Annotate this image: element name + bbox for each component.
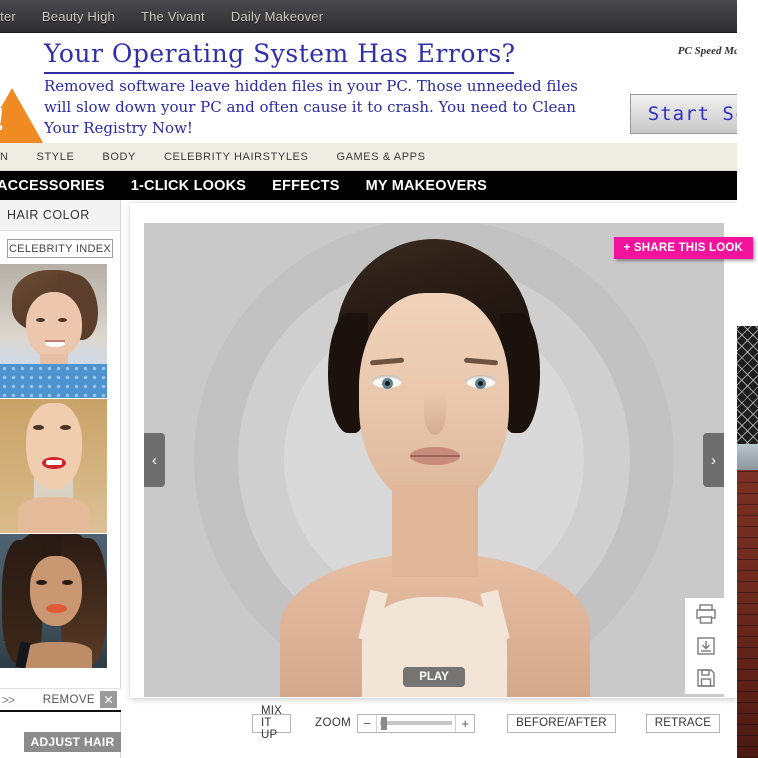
retrace-button[interactable]: RETRACE xyxy=(645,713,721,733)
stage-frame: ‹ › PLAY + SHARE THIS LOOK xyxy=(130,202,753,698)
brick-wall-pattern xyxy=(737,470,758,758)
right-ad-strip xyxy=(737,0,758,758)
warning-exclamation-icon: ! xyxy=(0,101,5,139)
remove-label[interactable]: REMOVE xyxy=(43,694,95,706)
partner-link-daily-makeover[interactable]: Daily Makeover xyxy=(218,9,336,24)
partner-link-the-vivant[interactable]: The Vivant xyxy=(128,9,218,24)
ad-body-text: Removed software leave hidden files in y… xyxy=(44,77,578,137)
zoom-slider-rail xyxy=(380,721,453,725)
makeover-stage: ‹ › PLAY + SHARE THIS LOOK MIX IT UP ZOO… xyxy=(122,200,758,758)
ad-headline: Your Operating System Has Errors? xyxy=(44,39,516,68)
nav-item-celebrity-hairstyles[interactable]: CELEBRITY HAIRSTYLES xyxy=(150,151,322,163)
zoom-slider-handle[interactable] xyxy=(381,716,388,730)
nav-item-games-apps[interactable]: GAMES & APPS xyxy=(322,151,439,163)
celebrity-thumb-1[interactable] xyxy=(0,264,107,398)
partner-links: aster Beauty High The Vivant Daily Makeo… xyxy=(0,9,753,24)
nav-item-effects[interactable]: EFFECTS xyxy=(259,178,352,194)
model-photo[interactable] xyxy=(258,223,610,697)
model-neck xyxy=(392,485,478,577)
ad-divider xyxy=(44,72,514,74)
chain-link-fence-pattern xyxy=(737,326,758,444)
zoom-control: ZOOM − + xyxy=(315,713,476,733)
partner-topbar: aster Beauty High The Vivant Daily Makeo… xyxy=(0,0,758,33)
thumb1-eye-left xyxy=(36,318,45,322)
concrete-band xyxy=(737,444,758,470)
play-button[interactable]: PLAY xyxy=(403,667,465,687)
nav-item-accessories[interactable]: ACCESSORIES xyxy=(0,178,118,194)
model-lip-line xyxy=(410,455,460,457)
model-pupil-left xyxy=(385,381,390,386)
previous-look-button[interactable]: ‹ xyxy=(144,433,165,487)
thumb3-eye-right xyxy=(62,580,73,585)
thumb3-chest xyxy=(22,642,92,668)
mix-it-up-button[interactable]: MIX IT UP xyxy=(252,705,292,741)
thumb2-eye-right xyxy=(60,425,71,430)
model-pupil-right xyxy=(478,381,483,386)
site-nav-primary: ACCESSORIES 1-CLICK LOOKS EFFECTS MY MAK… xyxy=(0,171,758,200)
before-after-button[interactable]: BEFORE/AFTER xyxy=(507,713,616,733)
zoom-slider[interactable] xyxy=(377,715,455,732)
thumb1-face xyxy=(26,292,82,358)
editor-toolbar: MIX IT UP ZOOM − + BEFORE/AFTER RETRACE … xyxy=(244,705,758,741)
partner-link-aster[interactable]: aster xyxy=(0,9,29,24)
share-this-look-button[interactable]: + SHARE THIS LOOK xyxy=(613,237,753,259)
partner-link-beauty-high[interactable]: Beauty High xyxy=(29,9,128,24)
celebrity-index-button[interactable]: CELEBRITY INDEX xyxy=(7,239,113,258)
nav-item-body[interactable]: BODY xyxy=(88,151,150,163)
thumb3-face xyxy=(30,556,82,626)
nav-item-n[interactable]: N xyxy=(0,151,23,163)
thumb2-chest xyxy=(18,497,90,533)
save-disk-icon[interactable] xyxy=(693,666,719,690)
sidebar-title: HAIR COLOR xyxy=(0,200,120,231)
print-icon[interactable] xyxy=(693,602,719,626)
zoom-label: ZOOM xyxy=(315,717,352,729)
makeover-app: HAIR COLOR CELEBRITY INDEX LOW AR xyxy=(0,200,758,758)
brick-fence-ad-image[interactable] xyxy=(737,326,758,758)
nav-item-style[interactable]: STYLE xyxy=(23,151,89,163)
thumb2-eye-left xyxy=(33,425,44,430)
stage-icon-rail xyxy=(685,598,727,694)
thumb3-eye-left xyxy=(36,580,47,585)
zoom-in-button[interactable]: + xyxy=(455,714,474,732)
thumb2-teeth xyxy=(46,460,62,465)
remove-close-icon[interactable]: ✕ xyxy=(100,691,117,708)
nav-item-1-click-looks[interactable]: 1-CLICK LOOKS xyxy=(118,178,259,194)
thumb1-mouth xyxy=(45,340,65,347)
nav-item-my-makeovers[interactable]: MY MAKEOVERS xyxy=(353,178,500,194)
thumb1-dress-lace xyxy=(0,364,107,398)
thumb2-face xyxy=(26,403,82,489)
zoom-out-button[interactable]: − xyxy=(358,714,378,732)
sidebar-next-arrows-icon[interactable]: >> xyxy=(0,693,15,707)
celebrity-thumb-3[interactable]: T xyxy=(0,534,107,668)
thumb3-lips xyxy=(46,604,67,613)
celebrity-thumb-2[interactable]: LOW AR xyxy=(0,399,107,533)
site-nav-secondary: N STYLE BODY CELEBRITY HAIRSTYLES GAMES … xyxy=(0,143,758,171)
next-look-button[interactable]: › xyxy=(703,433,724,487)
page-root: aster Beauty High The Vivant Daily Makeo… xyxy=(0,0,758,758)
warning-triangle-icon xyxy=(0,88,46,143)
advertisement-banner[interactable]: ! Your Operating System Has Errors? Remo… xyxy=(0,33,758,143)
hair-color-sidebar: HAIR COLOR CELEBRITY INDEX LOW AR xyxy=(0,200,121,758)
adjust-hair-button[interactable]: ADJUST HAIR xyxy=(24,732,121,752)
model-nose xyxy=(424,391,446,435)
zoom-stepper: − + xyxy=(357,713,476,733)
thumb1-eye-right xyxy=(58,318,67,322)
sidebar-remove-row: >> REMOVE ✕ xyxy=(0,688,121,712)
makeover-canvas[interactable]: ‹ › PLAY xyxy=(144,223,724,697)
download-icon[interactable] xyxy=(693,634,719,658)
